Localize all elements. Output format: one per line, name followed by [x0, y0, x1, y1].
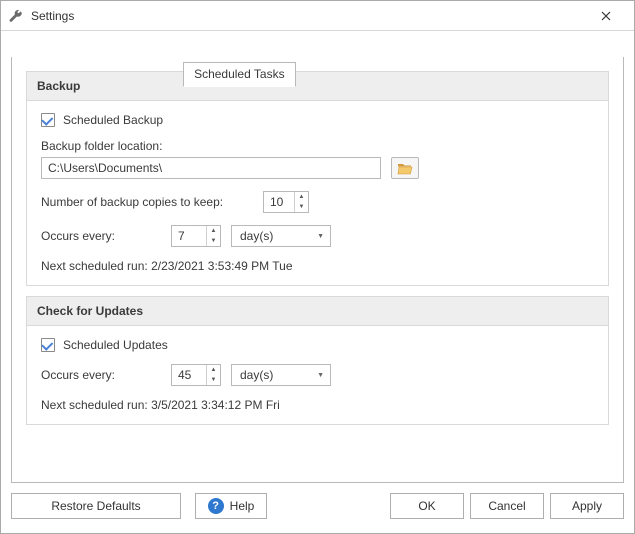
ok-button[interactable]: OK: [390, 493, 464, 519]
group-header-backup: Backup: [27, 72, 608, 101]
spinner-down-icon[interactable]: ▼: [295, 202, 308, 212]
close-button[interactable]: [586, 2, 626, 30]
spinner-buttons: ▲ ▼: [206, 226, 220, 246]
restore-defaults-button[interactable]: Restore Defaults: [11, 493, 181, 519]
input-backup-folder[interactable]: C:\Users\Documents\: [41, 157, 381, 179]
spinner-value: 10: [264, 195, 294, 209]
titlebar: Settings: [1, 1, 634, 31]
spinner-buttons: ▲ ▼: [294, 192, 308, 212]
group-body-backup: Scheduled Backup Backup folder location:…: [27, 101, 608, 285]
label-backup-next-run: Next scheduled run: 2/23/2021 3:53:49 PM…: [41, 259, 293, 273]
input-value: C:\Users\Documents\: [48, 161, 162, 175]
combo-backup-occurs-unit[interactable]: day(s) ▼: [231, 225, 331, 247]
window-title: Settings: [31, 9, 586, 23]
browse-folder-button[interactable]: [391, 157, 419, 179]
label-scheduled-updates: Scheduled Updates: [63, 338, 168, 352]
group-backup: Backup Scheduled Backup Backup folder lo…: [26, 71, 609, 286]
button-label: Cancel: [488, 499, 525, 513]
button-label: Apply: [572, 499, 602, 513]
tab-scheduled-tasks[interactable]: Scheduled Tasks: [183, 62, 296, 87]
label-updates-occurs: Occurs every:: [41, 368, 171, 382]
cancel-button[interactable]: Cancel: [470, 493, 544, 519]
spinner-value: 45: [172, 368, 206, 382]
spinner-down-icon[interactable]: ▼: [207, 375, 220, 385]
tab-panel-scheduled-tasks: Backup Scheduled Backup Backup folder lo…: [11, 57, 624, 483]
spinner-value: 7: [172, 229, 206, 243]
spinner-updates-occurs[interactable]: 45 ▲ ▼: [171, 364, 221, 386]
spinner-backup-occurs[interactable]: 7 ▲ ▼: [171, 225, 221, 247]
combo-value: day(s): [240, 229, 273, 243]
spinner-up-icon[interactable]: ▲: [207, 226, 220, 236]
button-label: OK: [418, 499, 435, 513]
group-updates: Check for Updates Scheduled Updates Occu…: [26, 296, 609, 425]
chevron-down-icon: ▼: [317, 233, 324, 240]
tab-label: Scheduled Tasks: [194, 67, 285, 81]
spinner-backup-copies[interactable]: 10 ▲ ▼: [263, 191, 309, 213]
group-body-updates: Scheduled Updates Occurs every: 45 ▲ ▼ d…: [27, 326, 608, 424]
spinner-up-icon[interactable]: ▲: [207, 365, 220, 375]
button-bar: Restore Defaults ? Help OK Cancel Apply: [11, 489, 624, 523]
chevron-down-icon: ▼: [317, 372, 324, 379]
help-button[interactable]: ? Help: [195, 493, 267, 519]
help-icon: ?: [208, 498, 224, 514]
button-label: Help: [230, 499, 255, 513]
group-header-updates: Check for Updates: [27, 297, 608, 326]
label-scheduled-backup: Scheduled Backup: [63, 113, 163, 127]
spinner-down-icon[interactable]: ▼: [207, 236, 220, 246]
label-backup-copies: Number of backup copies to keep:: [41, 195, 263, 209]
combo-value: day(s): [240, 368, 273, 382]
combo-updates-occurs-unit[interactable]: day(s) ▼: [231, 364, 331, 386]
label-updates-next-run: Next scheduled run: 3/5/2021 3:34:12 PM …: [41, 398, 280, 412]
button-label: Restore Defaults: [51, 499, 140, 513]
label-backup-occurs: Occurs every:: [41, 229, 171, 243]
spinner-up-icon[interactable]: ▲: [295, 192, 308, 202]
checkbox-scheduled-updates[interactable]: [41, 338, 55, 352]
apply-button[interactable]: Apply: [550, 493, 624, 519]
spinner-buttons: ▲ ▼: [206, 365, 220, 385]
folder-icon: [397, 162, 413, 175]
checkbox-scheduled-backup[interactable]: [41, 113, 55, 127]
wrench-icon: [7, 7, 25, 25]
label-backup-folder: Backup folder location:: [41, 139, 162, 153]
